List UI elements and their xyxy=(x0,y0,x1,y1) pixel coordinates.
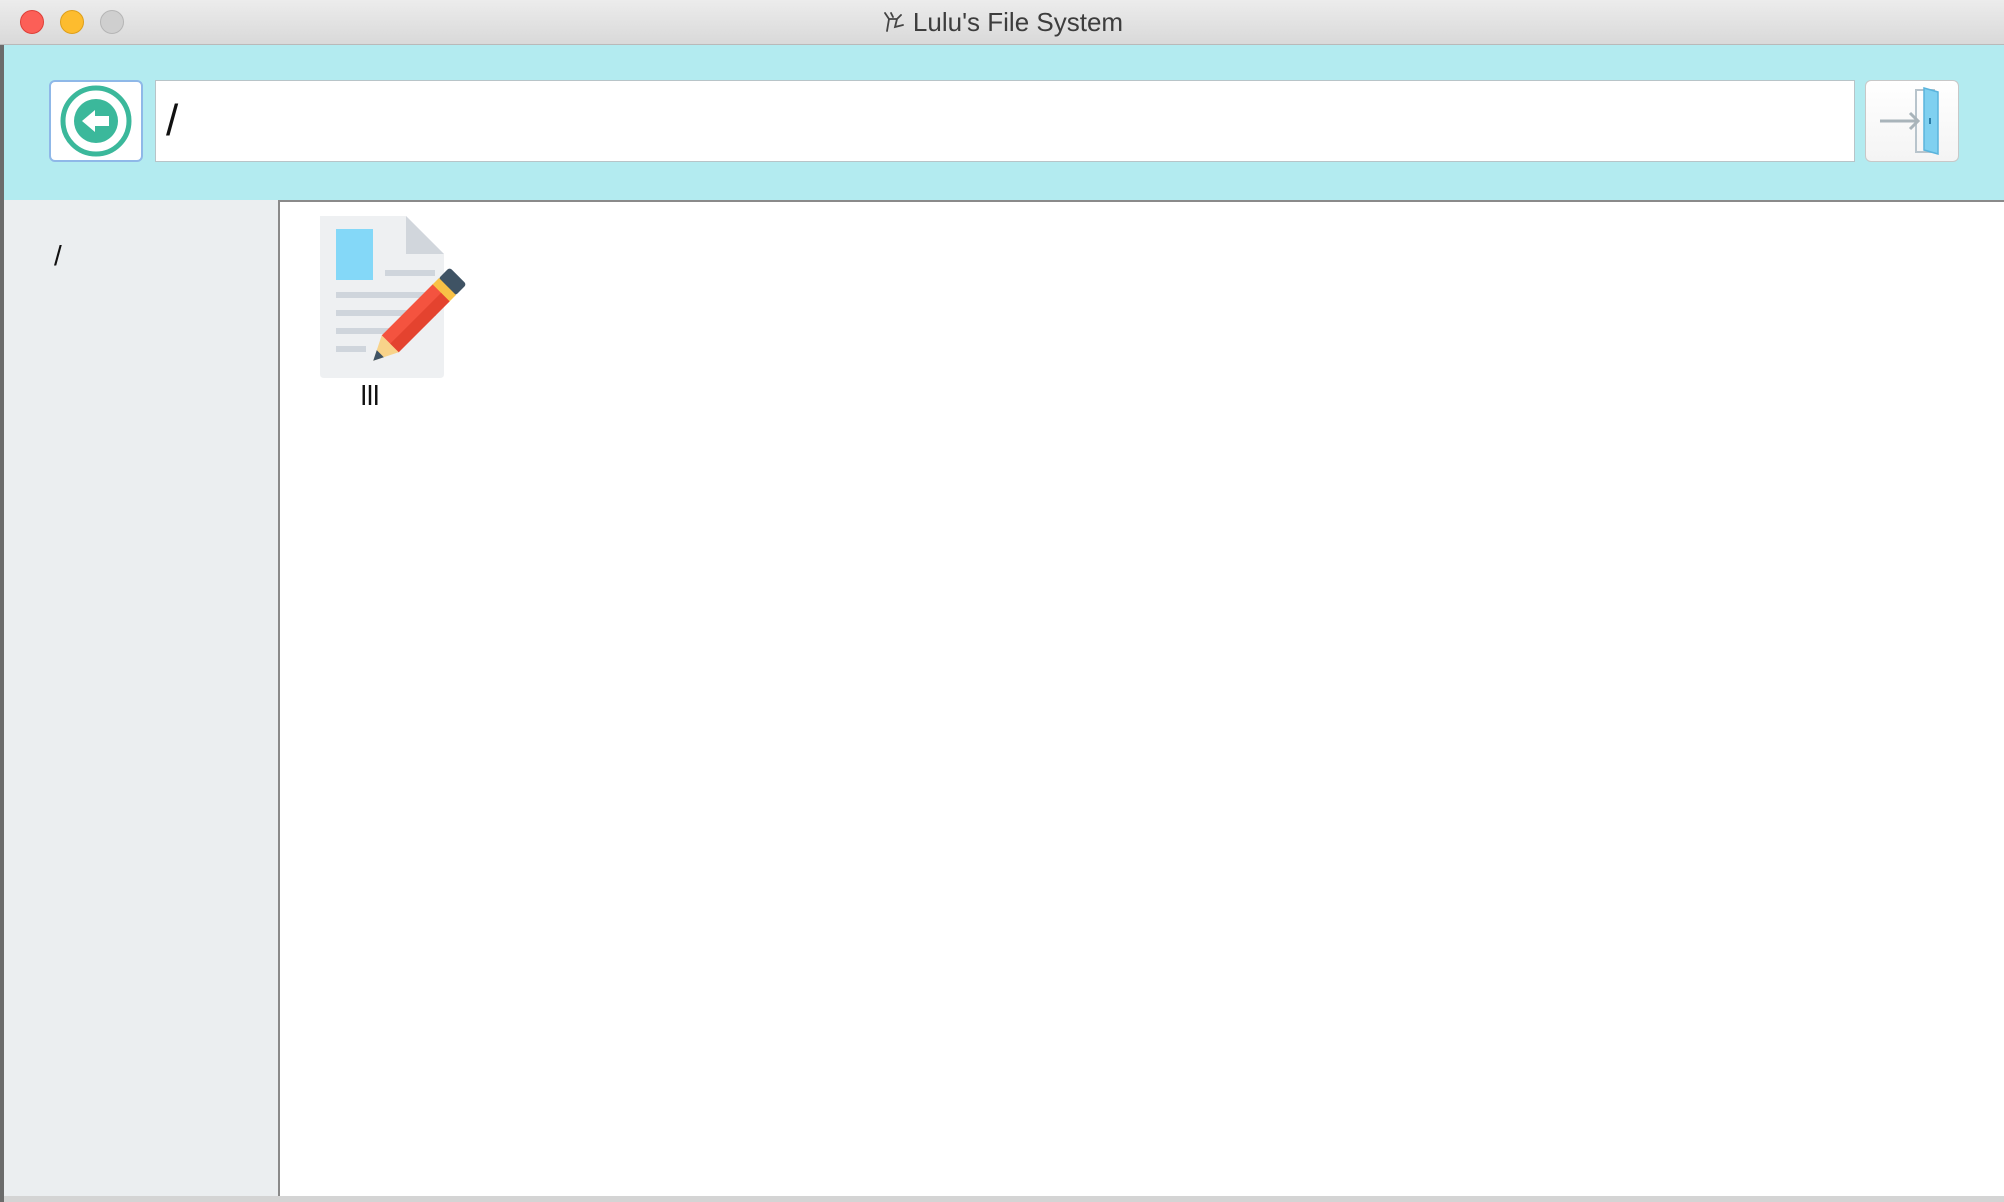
sidebar-item-root[interactable]: / xyxy=(54,240,62,272)
window-title-group: Lulu's File System xyxy=(0,0,2004,44)
file-item[interactable]: lll xyxy=(310,214,480,412)
arrow-left-circle-icon xyxy=(60,85,132,157)
file-browser-area[interactable]: lll xyxy=(278,200,2004,1196)
exit-button[interactable] xyxy=(1865,80,1959,162)
toolbar xyxy=(4,45,2004,200)
document-edit-icon xyxy=(320,216,466,378)
window-title: Lulu's File System xyxy=(912,6,1124,37)
app-window: Lulu's File System / / lll xyxy=(0,0,2004,1202)
back-button[interactable] xyxy=(49,80,143,162)
app-logo-icon xyxy=(884,12,904,32)
title-bar: Lulu's File System xyxy=(0,0,2004,45)
exit-door-icon xyxy=(1880,87,1939,155)
sidebar-tree: / xyxy=(4,200,278,1202)
bottom-edge xyxy=(4,1196,2004,1202)
file-name-label: lll xyxy=(360,380,380,411)
path-input[interactable] xyxy=(155,80,1855,162)
